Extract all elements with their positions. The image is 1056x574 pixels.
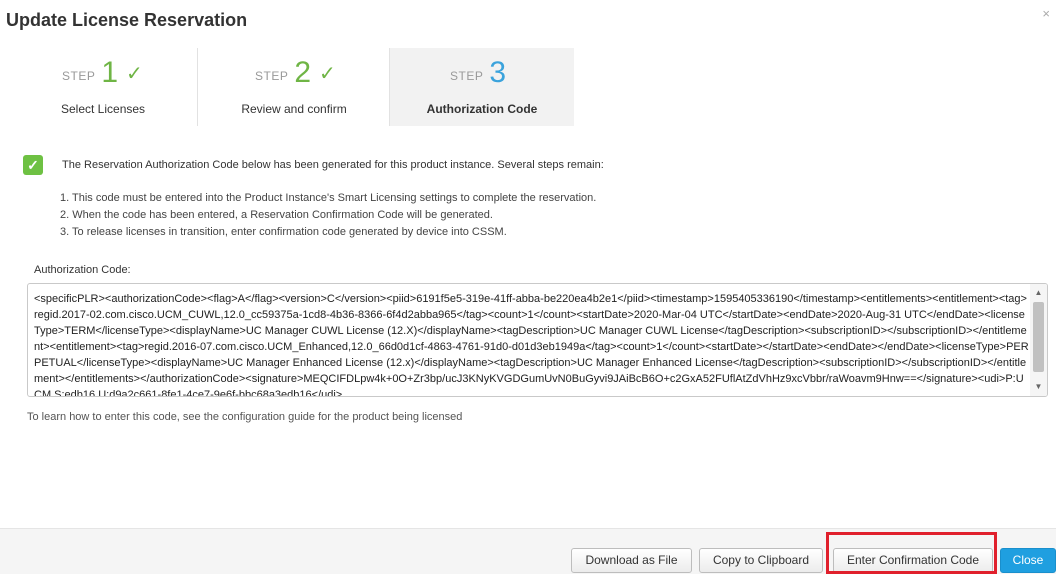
checkmark-icon: ✓: [319, 63, 336, 85]
instruction-list: 1. This code must be entered into the Pr…: [60, 190, 596, 241]
step-1-label: Select Licenses: [61, 102, 146, 116]
close-icon[interactable]: ×: [1042, 6, 1050, 21]
authorization-code-text[interactable]: <specificPLR><authorizationCode><flag>A<…: [34, 291, 1030, 396]
step-3-word: STEP: [450, 69, 484, 83]
close-button[interactable]: Close: [1000, 548, 1056, 573]
enter-confirmation-code-button[interactable]: Enter Confirmation Code: [833, 548, 993, 573]
step-2-label: Review and confirm: [241, 102, 347, 116]
wizard-steps: STEP 1 ✓ Select Licenses STEP 2 ✓ Review…: [17, 48, 574, 126]
instruction-item: 2. When the code has been entered, a Res…: [60, 209, 493, 221]
help-text: To learn how to enter this code, see the…: [27, 411, 463, 423]
download-as-file-button[interactable]: Download as File: [571, 548, 692, 573]
scroll-down-icon[interactable]: ▼: [1030, 380, 1047, 394]
authorization-code-label: Authorization Code:: [34, 264, 131, 276]
step-2[interactable]: STEP 2 ✓ Review and confirm: [198, 48, 390, 126]
copy-to-clipboard-button[interactable]: Copy to Clipboard: [699, 548, 823, 573]
notice-text: The Reservation Authorization Code below…: [62, 159, 604, 171]
dialog-title: Update License Reservation: [6, 10, 248, 30]
instruction-item: 3. To release licenses in transition, en…: [60, 226, 507, 238]
dialog-footer: Download as File Copy to Clipboard Enter…: [0, 528, 1056, 574]
scroll-up-icon[interactable]: ▲: [1030, 286, 1047, 300]
check-icon: ✓: [23, 155, 43, 175]
scrollbar-thumb[interactable]: [1033, 302, 1044, 372]
step-2-word: STEP: [255, 69, 289, 83]
checkmark-icon: ✓: [126, 63, 143, 85]
step-2-number: 2: [294, 56, 312, 89]
step-1-number: 1: [101, 56, 119, 89]
instruction-item: 1. This code must be entered into the Pr…: [60, 192, 597, 204]
step-1-word: STEP: [62, 69, 96, 83]
step-3[interactable]: STEP 3 Authorization Code: [390, 48, 574, 126]
vertical-scrollbar[interactable]: ▲ ▼: [1030, 284, 1047, 396]
authorization-code-textarea[interactable]: <specificPLR><authorizationCode><flag>A<…: [27, 283, 1048, 397]
step-3-number: 3: [489, 56, 507, 89]
step-1[interactable]: STEP 1 ✓ Select Licenses: [17, 48, 198, 126]
step-3-label: Authorization Code: [426, 102, 538, 116]
